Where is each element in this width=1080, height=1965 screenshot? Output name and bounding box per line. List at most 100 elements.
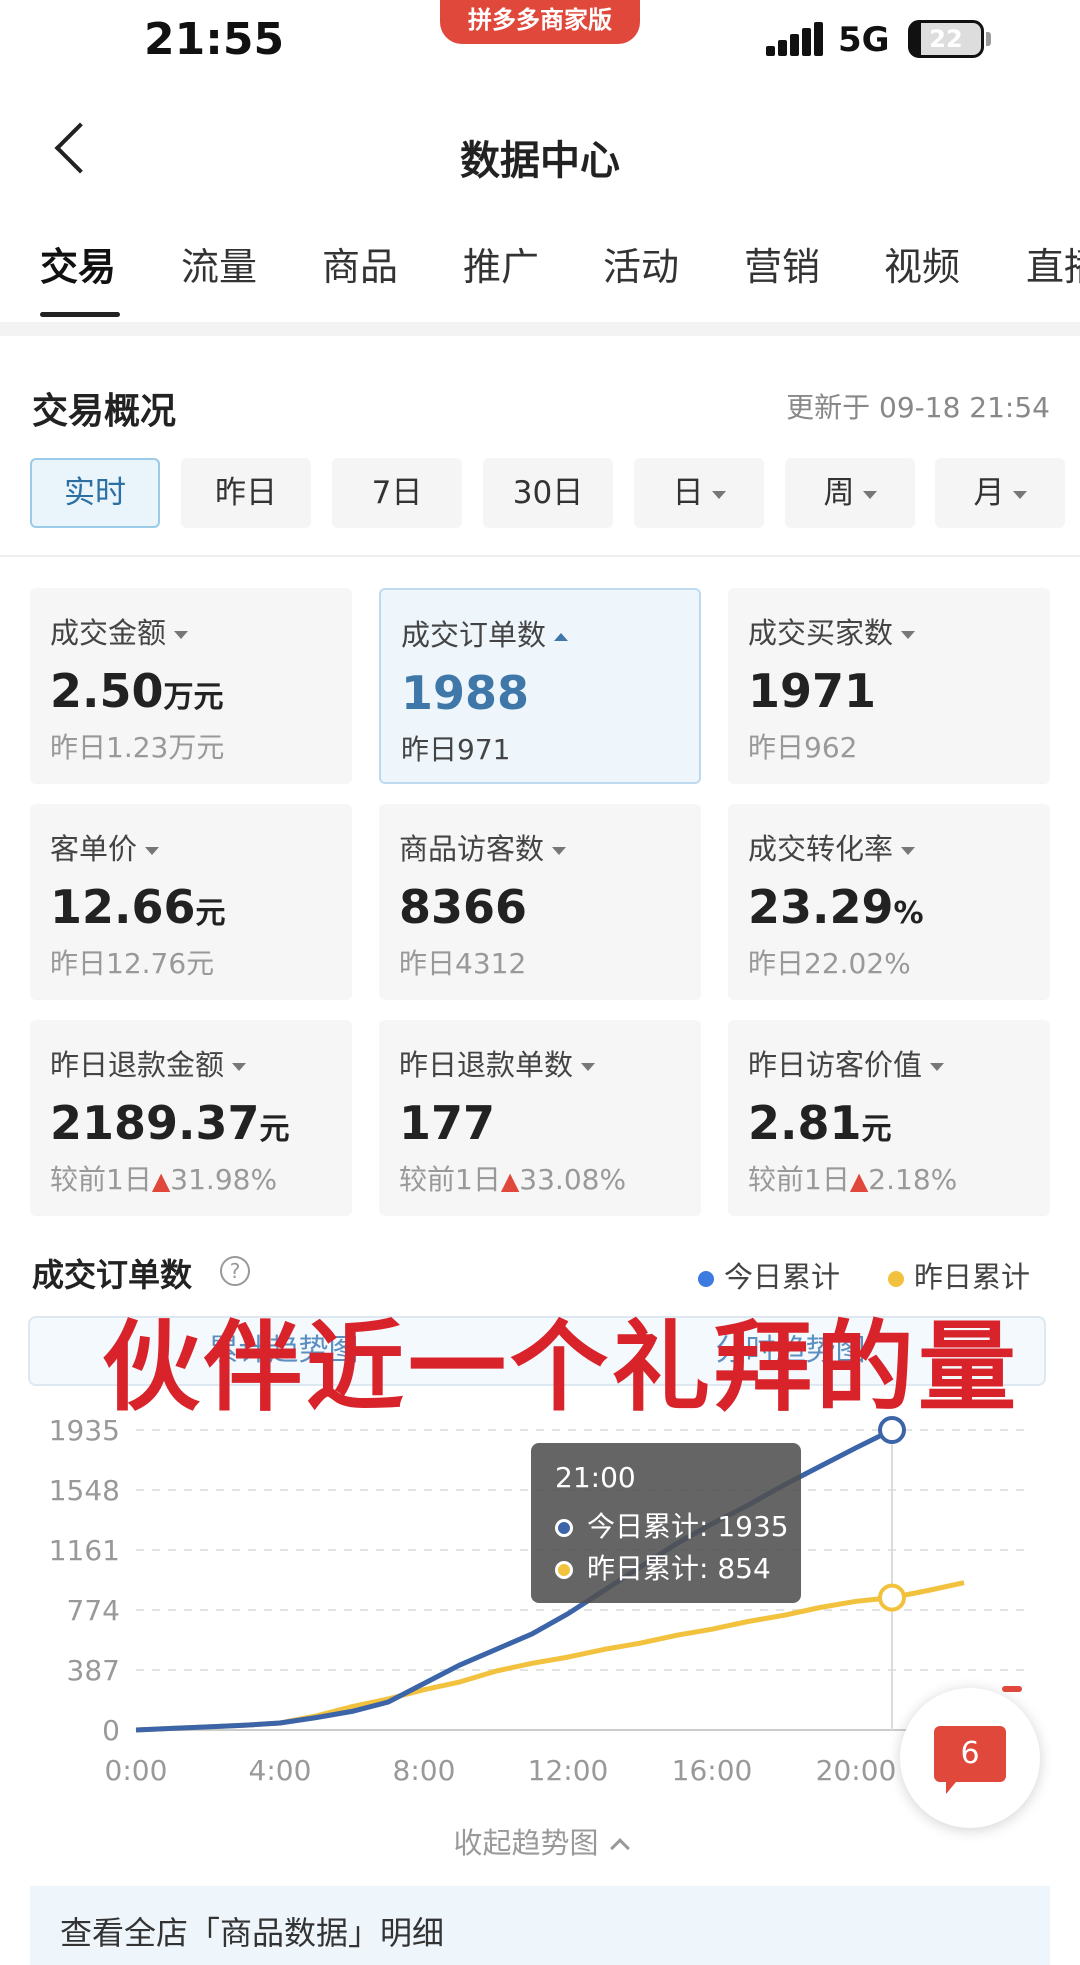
clock: 21:55 <box>144 14 285 65</box>
metric-value-number: 12.66 <box>50 880 196 934</box>
range-day-label: 日 <box>672 475 704 511</box>
notification-notch <box>1002 1686 1022 1692</box>
metric-card-refund-orders[interactable]: 昨日退款单数 177 较前1日▲33.08% <box>379 1020 701 1216</box>
x-tick-label: 0:00 <box>105 1754 168 1787</box>
metric-label: 昨日访客价值 <box>748 1042 945 1084</box>
range-realtime[interactable]: 实时 <box>30 458 160 528</box>
y-tick-label: 0 <box>102 1714 120 1747</box>
tab-video[interactable]: 视频 <box>884 236 960 291</box>
metric-card-aov[interactable]: 客单价 12.66元 昨日12.76元 <box>30 804 352 1000</box>
tooltip-today: 今日累计: 1935 <box>555 1505 789 1545</box>
range-week-dropdown[interactable]: 周 <box>785 458 915 528</box>
tooltip-dot-icon <box>555 1561 573 1579</box>
help-icon[interactable]: ? <box>220 1256 250 1286</box>
x-tick-label: 16:00 <box>672 1754 753 1787</box>
x-tick-label: 4:00 <box>249 1754 312 1787</box>
metric-value-number: 8366 <box>399 880 528 934</box>
metric-unit: 元 <box>259 1112 290 1147</box>
caret-down-icon <box>901 631 916 639</box>
metric-value-number: 1971 <box>748 664 877 718</box>
tooltip-yesterday-text: 昨日累计: 854 <box>587 1552 771 1585</box>
metric-unit: 元 <box>195 896 226 931</box>
caret-down-icon <box>711 490 726 499</box>
compare-change: 31.98% <box>170 1163 278 1196</box>
metric-compare: 昨日1.23万元 <box>50 731 225 764</box>
tab-goods[interactable]: 商品 <box>322 236 398 291</box>
caret-down-icon <box>581 1063 596 1071</box>
arrow-up-icon: ▲ <box>151 1167 171 1195</box>
x-tick-label: 8:00 <box>393 1754 456 1787</box>
metric-value: 2189.37元 <box>50 1096 290 1150</box>
metric-compare: 昨日971 <box>401 733 511 766</box>
x-tick-label: 20:00 <box>816 1754 897 1787</box>
tab-marketing[interactable]: 营销 <box>744 236 820 291</box>
tooltip-time: 21:00 <box>555 1461 636 1494</box>
tab-traffic[interactable]: 流量 <box>181 236 257 291</box>
range-month-dropdown[interactable]: 月 <box>935 458 1065 528</box>
metric-card-gmv[interactable]: 成交金额 2.50万元 昨日1.23万元 <box>30 588 352 784</box>
caret-down-icon <box>552 847 567 855</box>
section-divider <box>0 322 1080 336</box>
metric-label: 成交金额 <box>50 610 189 652</box>
app-badge: 拼多多商家版 <box>440 0 640 44</box>
range-7d[interactable]: 7日 <box>332 458 462 528</box>
metric-compare: 昨日962 <box>748 731 858 764</box>
metric-card-refund-amount[interactable]: 昨日退款金额 2189.37元 较前1日▲31.98% <box>30 1020 352 1216</box>
hover-point-yesterday <box>878 1583 906 1612</box>
goods-data-detail-bar[interactable]: 查看全店「商品数据」明细 <box>30 1886 1050 1965</box>
range-30d[interactable]: 30日 <box>483 458 613 528</box>
metric-label-text: 成交转化率 <box>748 832 894 866</box>
metric-value-number: 2189.37 <box>50 1096 260 1150</box>
metric-label: 昨日退款单数 <box>399 1042 596 1084</box>
overview-title: 交易概况 <box>32 391 177 432</box>
metric-value: 2.81元 <box>748 1096 892 1150</box>
metric-value-number: 2.50 <box>50 664 164 718</box>
battery-level: 22 <box>929 25 963 53</box>
metric-label: 客单价 <box>50 826 160 868</box>
caret-down-icon <box>145 847 160 855</box>
metric-card-visitor-value[interactable]: 昨日访客价值 2.81元 较前1日▲2.18% <box>728 1020 1050 1216</box>
metric-value-number: 23.29 <box>748 880 894 934</box>
battery-cap <box>986 32 991 46</box>
range-yesterday[interactable]: 昨日 <box>181 458 311 528</box>
metric-card-conversion[interactable]: 成交转化率 23.29% 昨日22.02% <box>728 804 1050 1000</box>
metric-label-text: 昨日访客价值 <box>748 1048 923 1082</box>
metric-card-orders[interactable]: 成交订单数 1988 昨日971 <box>379 588 701 784</box>
metric-value: 12.66元 <box>50 880 226 934</box>
tab-trade[interactable]: 交易 <box>40 236 116 291</box>
metric-compare: 较前1日▲31.98% <box>50 1158 277 1198</box>
divider <box>0 555 1080 557</box>
update-time: 更新于 09-18 21:54 <box>786 391 1050 424</box>
range-day-dropdown[interactable]: 日 <box>634 458 764 528</box>
arrow-up-icon: ▲ <box>849 1167 869 1195</box>
battery-icon: 22 <box>908 20 984 58</box>
tooltip-yesterday: 昨日累计: 854 <box>555 1547 771 1587</box>
y-tick-label: 387 <box>67 1654 120 1687</box>
chart-tooltip: 21:00 今日累计: 1935 昨日累计: 854 <box>531 1443 801 1603</box>
metric-value: 23.29% <box>748 880 924 934</box>
tab-promotion[interactable]: 推广 <box>463 236 539 291</box>
compare-change: 2.18% <box>868 1163 958 1196</box>
metric-label: 成交订单数 <box>401 612 569 654</box>
goods-data-detail-link: 查看全店「商品数据」明细 <box>60 1914 445 1952</box>
metric-value-number: 2.81 <box>748 1096 862 1150</box>
message-button[interactable]: 6 <box>900 1686 1040 1828</box>
metric-value-number: 177 <box>399 1096 496 1150</box>
metric-value: 1988 <box>401 666 529 720</box>
legend-dot-icon <box>698 1271 714 1287</box>
tab-bar: 交易 流量 商品 推广 活动 营销 视频 直播 <box>0 236 1080 326</box>
collapse-label: 收起趋势图 <box>453 1826 599 1860</box>
tab-activity[interactable]: 活动 <box>603 236 679 291</box>
metric-label: 成交买家数 <box>748 610 916 652</box>
metric-card-buyers[interactable]: 成交买家数 1971 昨日962 <box>728 588 1050 784</box>
metric-card-visitors[interactable]: 商品访客数 8366 昨日4312 <box>379 804 701 1000</box>
metric-value: 2.50万元 <box>50 664 224 718</box>
tooltip-dot-icon <box>555 1519 573 1537</box>
legend-dot-icon <box>888 1271 904 1287</box>
metric-value: 8366 <box>399 880 527 934</box>
collapse-chart-link[interactable]: 收起趋势图 <box>0 1820 1080 1862</box>
range-week-label: 周 <box>823 475 855 511</box>
tab-live[interactable]: 直播 <box>1026 236 1080 291</box>
signal-icon <box>766 22 823 56</box>
status-bar: 21:55 拼多多商家版 5G 22 <box>0 0 1080 80</box>
